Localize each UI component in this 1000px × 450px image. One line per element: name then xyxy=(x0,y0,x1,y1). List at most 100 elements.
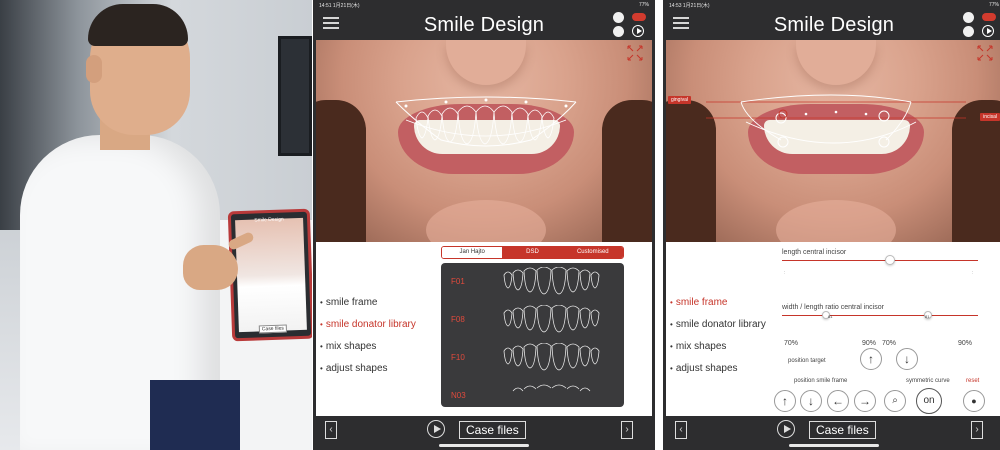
toggle-switch-icon[interactable] xyxy=(632,13,646,21)
previous-button[interactable]: ‹ xyxy=(675,421,687,439)
play-button[interactable] xyxy=(427,420,445,438)
width-length-ratio-slider: width / length ratio central incisor xyxy=(782,304,978,319)
tab-jan-hajto[interactable]: Jan Hajto xyxy=(442,247,503,258)
frame-right-button[interactable]: → xyxy=(854,390,876,412)
symmetric-curve-toggle[interactable]: on xyxy=(916,388,942,414)
frame-up-button[interactable]: ↑ xyxy=(774,390,796,412)
library-code: N03 xyxy=(451,391,466,400)
title-bar-icons xyxy=(963,10,997,40)
pct-label: 90% xyxy=(958,340,973,347)
play-button[interactable] xyxy=(777,420,795,438)
play-icon[interactable] xyxy=(982,25,994,37)
menu-label: smile frame xyxy=(675,297,728,308)
settings-icon[interactable] xyxy=(613,26,624,37)
slider-label: width / length ratio central incisor xyxy=(782,304,884,311)
length-central-incisor-slider: length central incisor xyxy=(782,249,978,265)
pct-label: 90% xyxy=(862,340,877,347)
tablet-in-photo: Smile Design Case files xyxy=(227,208,312,342)
reset-label[interactable]: reset xyxy=(966,378,979,384)
tablet-screen-library: 14:51 1月21日(木) 77% Smile Design Jan Hajt… xyxy=(313,0,655,450)
status-battery: 77% xyxy=(638,2,649,8)
slider-track[interactable] xyxy=(782,311,978,319)
previous-button[interactable]: ‹ xyxy=(325,421,337,439)
target-down-button[interactable]: ↓ xyxy=(896,348,918,370)
smile-frame-overlay[interactable] xyxy=(666,40,1000,242)
menu-label: adjust shapes xyxy=(325,363,388,374)
title-bar-icons xyxy=(613,10,647,40)
app-title: Smile Design xyxy=(423,14,545,36)
menu-item-adjust-shapes[interactable]: • adjust shapes xyxy=(670,358,800,380)
library-code: F08 xyxy=(451,315,465,324)
knob-value: 81 xyxy=(925,314,930,319)
next-button[interactable]: › xyxy=(971,421,983,439)
zoom-search-button[interactable]: ⌕ xyxy=(884,390,906,412)
menu-label: mix shapes xyxy=(325,341,377,352)
doctor-hair xyxy=(88,4,188,46)
teeth-shape-icon xyxy=(503,267,600,295)
menu-item-mix-shapes[interactable]: • mix shapes xyxy=(670,336,800,358)
reset-button[interactable]: ● xyxy=(963,390,985,412)
case-files-button[interactable]: Case files xyxy=(459,421,526,439)
tooth-outline-overlay[interactable] xyxy=(316,40,652,242)
position-target-label: position target xyxy=(788,358,826,364)
symmetric-curve-label: symmetric curve xyxy=(906,378,950,384)
bottom-toolbar: ‹ Case files › xyxy=(313,416,655,450)
menu-label: mix shapes xyxy=(675,341,727,352)
settings-icon[interactable] xyxy=(963,26,974,37)
doctor-hand xyxy=(183,245,238,290)
expand-arrows-icon[interactable] xyxy=(976,44,994,62)
next-button[interactable]: › xyxy=(621,421,633,439)
teeth-shape-icon xyxy=(503,305,600,333)
target-up-button[interactable]: ↑ xyxy=(860,348,882,370)
side-menu: • smile frame • smile donator library • mix… xyxy=(670,292,800,380)
expand-arrows-icon[interactable] xyxy=(626,44,644,62)
library-item[interactable]: N03 xyxy=(441,379,624,407)
menu-item-smile-donator-library[interactable]: • smile donator library xyxy=(320,314,450,336)
menu-item-smile-donator-library[interactable]: • smile donator library xyxy=(670,314,800,336)
position-smile-frame-label: position smile frame xyxy=(794,378,848,384)
toggle-switch-icon[interactable] xyxy=(982,13,996,21)
frame-left-button[interactable]: ← xyxy=(827,390,849,412)
home-indicator xyxy=(789,444,879,447)
navy-pants xyxy=(150,380,240,450)
tab-dsd[interactable]: DSD xyxy=(502,247,563,258)
side-menu: • smile frame • smile donator library • mix… xyxy=(320,292,450,380)
doctor-photo: Smile Design Case files xyxy=(0,0,312,450)
tab-customised[interactable]: Customised xyxy=(562,247,623,258)
status-battery: 77% xyxy=(988,2,999,8)
tablet-case-files: Case files xyxy=(258,324,287,334)
menu-item-smile-frame[interactable]: • smile frame xyxy=(670,292,800,314)
menu-item-adjust-shapes[interactable]: • adjust shapes xyxy=(320,358,450,380)
library-code: F01 xyxy=(451,277,465,286)
slider-track[interactable] xyxy=(782,255,978,265)
tablet-screen-smile-frame: 14:53 1月21日(木) 77% Smile Design gingival… xyxy=(663,0,1000,450)
display-icon[interactable] xyxy=(613,12,624,23)
title-bar: Smile Design xyxy=(663,10,1000,40)
slider-label: length central incisor xyxy=(782,249,847,256)
knob-value: 81 xyxy=(828,314,833,319)
bottom-toolbar: ‹ Case files › xyxy=(663,416,1000,450)
frame-down-button[interactable]: ↓ xyxy=(800,390,822,412)
case-files-button[interactable]: Case files xyxy=(809,421,876,439)
display-icon[interactable] xyxy=(963,12,974,23)
menu-label: smile donator library xyxy=(325,319,416,330)
composite-image: Smile Design Case files 14:51 1月21日(木) 7… xyxy=(0,0,1000,450)
library-item[interactable]: F01 xyxy=(441,265,624,301)
teeth-shape-icon xyxy=(512,384,591,392)
dots-line: : xyxy=(784,270,787,276)
library-item[interactable]: F10 xyxy=(441,341,624,377)
doctor-ear xyxy=(86,55,102,83)
app-title: Smile Design xyxy=(773,14,895,36)
gingival-tag[interactable]: gingival xyxy=(668,96,691,104)
status-time: 14:51 1月21日(木) xyxy=(319,3,360,9)
controls-panel: Jan Hajto DSD Customised • smile frame • s… xyxy=(316,242,652,416)
incisal-tag[interactable]: incisal xyxy=(980,113,1000,121)
slider-knob[interactable] xyxy=(884,255,895,265)
smile-photo: gingival incisal xyxy=(666,40,1000,242)
menu-item-smile-frame[interactable]: • smile frame xyxy=(320,292,450,314)
pct-label: 70% xyxy=(882,340,897,347)
play-icon[interactable] xyxy=(632,25,644,37)
menu-item-mix-shapes[interactable]: • mix shapes xyxy=(320,336,450,358)
dots-line: : xyxy=(972,270,975,276)
library-item[interactable]: F08 xyxy=(441,303,624,339)
